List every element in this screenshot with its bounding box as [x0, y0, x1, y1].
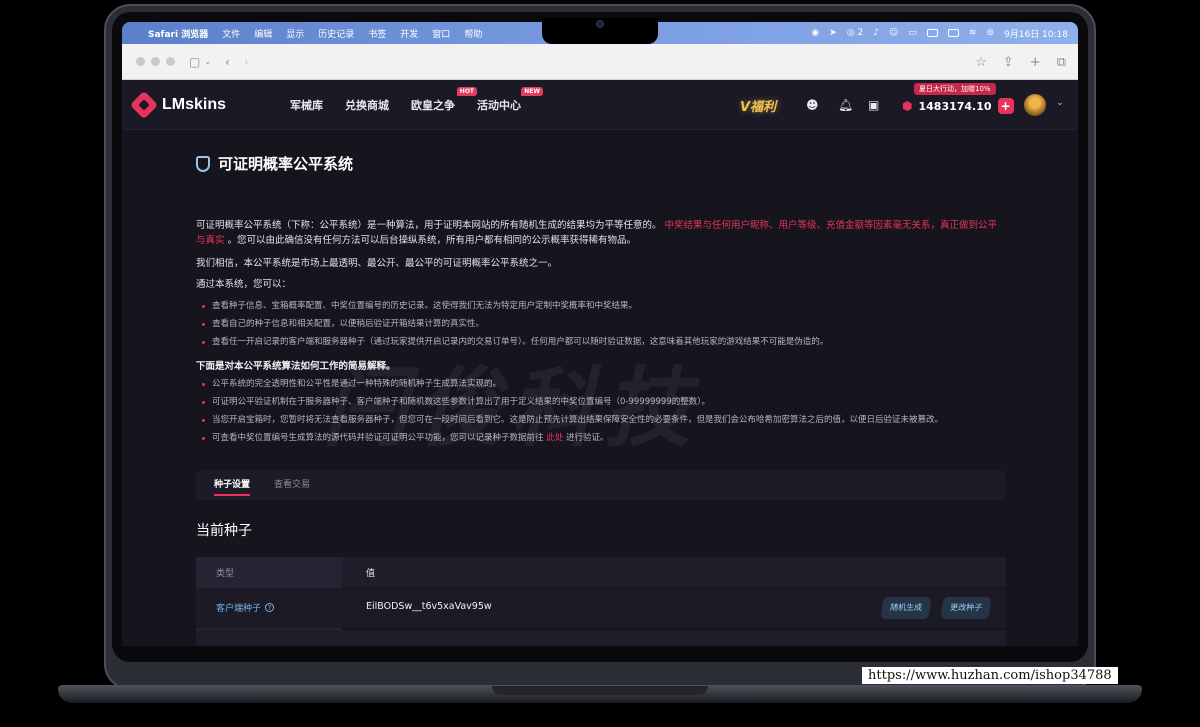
menu-bookmarks[interactable]: 书签 [368, 27, 386, 40]
screen: Safari 浏览器 文件 编辑 显示 历史记录 书签 开发 窗口 帮助 ◉ ➤… [122, 22, 1078, 646]
user-avatar[interactable] [1024, 94, 1046, 116]
hot-badge: HOT [456, 86, 478, 96]
nav-exchange-store[interactable]: 兑换商城 [345, 97, 389, 113]
page-title: 可证明概率公平系统 [196, 153, 353, 174]
menu-window[interactable]: 窗口 [432, 27, 450, 40]
display-icon[interactable]: ▭ [908, 28, 917, 38]
tab-seed-settings[interactable]: 种子设置 [208, 470, 256, 500]
camera-notch [542, 18, 658, 44]
can-label: 通过本系统，您可以： [196, 279, 292, 290]
control-center-icon[interactable]: ⊜ [986, 28, 994, 38]
minimize-window-button[interactable] [151, 57, 160, 66]
menu-app-name[interactable]: Safari 浏览器 [148, 27, 208, 40]
list-item: 查看自己的种子信息和相关配置，以便稍后验证开箱结果计算的真实性。 [202, 318, 1002, 331]
forward-icon[interactable]: › [244, 55, 249, 69]
chevron-down-icon[interactable]: ⌄ [204, 57, 211, 66]
new-badge: NEW [521, 86, 544, 96]
nav-label: 活动中心 [477, 98, 522, 112]
row-label-text: 客户端种子 [216, 604, 262, 614]
cat-icon[interactable]: ☺ [889, 28, 898, 38]
recharge-promo-badge: 夏日大行动，加赠10% [914, 83, 996, 95]
header-type: 类型 [216, 569, 235, 579]
seed-table: 类型 值 客户端种子 ? EilBODSw__t6v5xaVav95w 随机生成… [196, 557, 1006, 646]
input-method-icon[interactable] [926, 29, 938, 37]
vip-welfare-link[interactable]: V福利 [740, 96, 776, 115]
bell-icon[interactable]: ♪ [873, 28, 879, 38]
close-window-button[interactable] [136, 57, 145, 66]
table-row: 客户端种子 ? EilBODSw__t6v5xaVav95w 随机生成 更改种子 [196, 588, 1006, 628]
bookmark-star-icon[interactable]: ☆ [975, 55, 987, 70]
shield-icon [196, 155, 210, 172]
sidebar-icon[interactable]: ▢ [189, 55, 200, 69]
source-url-watermark: https://www.huzhan.com/ishop34788 [862, 667, 1118, 684]
menu-view[interactable]: 显示 [286, 27, 304, 40]
send-icon[interactable]: ➤ [829, 28, 837, 38]
nav-label: 兑换商城 [345, 98, 390, 112]
coin-icon: ⬢ [902, 99, 913, 113]
device-frame: Safari 浏览器 文件 编辑 显示 历史记录 书签 开发 窗口 帮助 ◉ ➤… [0, 0, 1200, 727]
balance-amount: 1483174.10 [918, 99, 992, 113]
window-controls [136, 57, 175, 66]
main-nav: 军械库 兑换商城 欧皇之争 HOT 活动中心 NEW [290, 86, 544, 113]
laptop-base-notch [492, 686, 708, 695]
intro-paragraph: 可证明概率公平系统（下称：公平系统）是一种算法，用于证明本网站的所有随机生成的结… [196, 218, 1002, 248]
nav-label: 欧皇之争 [411, 98, 456, 112]
battery-icon[interactable] [947, 29, 959, 37]
list-item: 查看种子信息、宝箱概率配置、中奖位置编号的历史记录。这使得我们无法为特定用户定制… [202, 300, 1002, 313]
client-seed-value: EilBODSw__t6v5xaVav95w [366, 601, 492, 612]
table-row [196, 630, 1006, 646]
wifi-icon[interactable]: ≋ [969, 28, 977, 38]
menu-help[interactable]: 帮助 [464, 27, 482, 40]
section-title: 当前种子 [196, 523, 252, 539]
change-seed-button[interactable]: 更改种子 [940, 597, 992, 619]
status-area: ◉ ➤ ◎ 2 ♪ ☺ ▭ ≋ ⊜ 9月16日 10:18 [811, 22, 1068, 44]
page-title-text: 可证明概率公平系统 [218, 155, 354, 173]
tabs-bar: 种子设置 查看交易 [196, 470, 1006, 500]
zoom-window-button[interactable] [166, 57, 175, 66]
logo-text: LMskins [162, 95, 227, 113]
help-icon[interactable]: ? [265, 603, 275, 612]
random-generate-button[interactable]: 随机生成 [880, 597, 932, 619]
header-value: 值 [366, 569, 376, 579]
intro-tail: 。您可以由此确信没有任何方法可以后台操纵系统，所有用户都有相同的公示概率获得稀有… [227, 235, 637, 246]
balance: ⬢ 1483174.10 + [902, 98, 1014, 114]
nav-armory[interactable]: 军械库 [290, 97, 323, 113]
site-logo[interactable]: LMskins [129, 90, 227, 119]
menu-develop[interactable]: 开发 [400, 27, 418, 40]
site-header: LMskins 军械库 兑换商城 欧皇之争 HOT 活动中心 NEW V福利 ☻ 🔔… [122, 80, 1078, 130]
chevron-down-icon[interactable]: ⌄ [1056, 98, 1064, 108]
nav-activity-center[interactable]: 活动中心 NEW [477, 86, 544, 113]
menu-edit[interactable]: 编辑 [254, 27, 272, 40]
tab-view-transactions[interactable]: 查看交易 [268, 470, 316, 500]
logo-icon [129, 90, 159, 119]
recharge-button[interactable]: + [997, 98, 1014, 114]
wechat-count: 2 [857, 28, 864, 38]
share-icon[interactable]: ⇪ [1003, 55, 1014, 70]
back-icon[interactable]: ‹ [225, 55, 230, 69]
nav-battle[interactable]: 欧皇之争 HOT [411, 86, 478, 113]
belief-text: 我们相信，本公平系统是市场上最透明、最公开、最公平的可证明概率公平系统之一。 [196, 258, 558, 269]
camera-icon [596, 20, 604, 28]
inventory-icon[interactable]: ▣ [868, 98, 879, 112]
new-tab-icon[interactable]: + [1030, 55, 1041, 70]
wechat-icon[interactable]: ◉ [811, 28, 819, 38]
support-icon[interactable]: ☻ [806, 98, 819, 112]
clock[interactable]: 9月16日 10:18 [1004, 27, 1068, 40]
website: LMskins 军械库 兑换商城 欧皇之争 HOT 活动中心 NEW V福利 ☻ 🔔… [122, 80, 1078, 646]
intro-text: 可证明概率公平系统（下称：公平系统）是一种算法，用于证明本网站的所有随机生成的结… [196, 220, 662, 231]
safari-toolbar: ▢ ⌄ ‹ › ☆ ⇪ + ⧉ [122, 44, 1078, 80]
nav-label: 军械库 [290, 98, 324, 112]
watermark: 闩俊科技 [322, 359, 698, 459]
chat-icon[interactable]: ◎ 2 [847, 28, 863, 38]
safari-actions: ☆ ⇪ + ⧉ [975, 44, 1066, 80]
menu-file[interactable]: 文件 [222, 27, 240, 40]
menu-history[interactable]: 历史记录 [318, 27, 354, 40]
tab-overview-icon[interactable]: ⧉ [1057, 55, 1066, 70]
client-seed-label: 客户端种子 ? [216, 601, 275, 614]
notification-bell-icon[interactable]: 🔔︎ [838, 98, 853, 112]
